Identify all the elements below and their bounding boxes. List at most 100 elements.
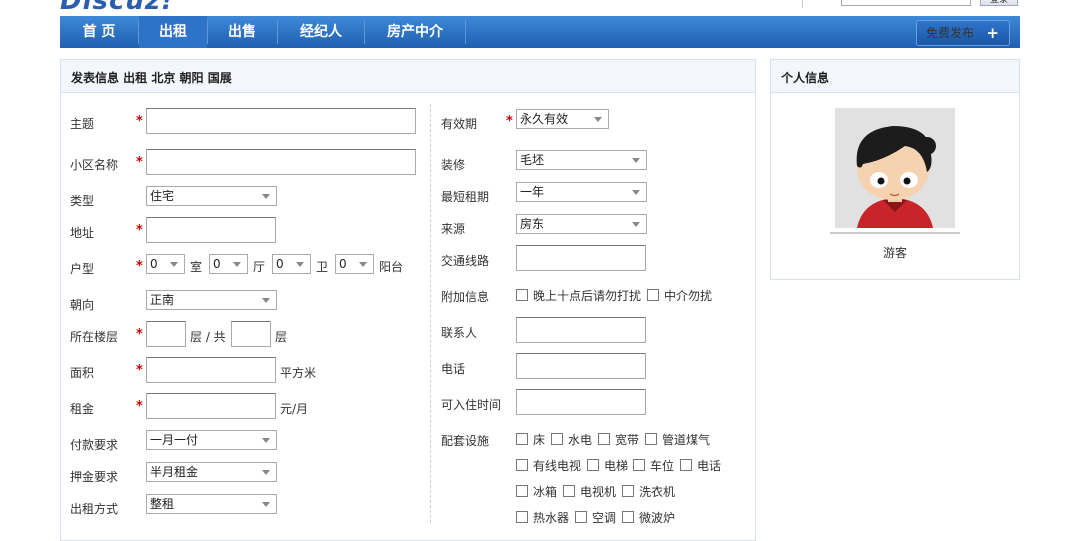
top-divider (802, 0, 803, 8)
source-select[interactable]: 房东 (516, 214, 647, 234)
rent-method-value: 整租 (150, 497, 175, 511)
facility-checkbox[interactable] (516, 459, 528, 471)
facility-checkbox[interactable] (587, 459, 599, 471)
total-floor-unit: 层 (275, 330, 288, 344)
chevron-down-icon (632, 158, 640, 163)
hall-value: 0 (213, 257, 221, 271)
profile-title: 个人信息 (781, 71, 830, 85)
type-select[interactable]: 住宅 (146, 186, 277, 206)
contact-label: 联系人 (441, 326, 478, 340)
facility-checkbox[interactable] (622, 485, 634, 497)
facility-gas: 管道煤气 (662, 433, 711, 447)
source-value: 房东 (520, 217, 545, 231)
rent-input[interactable] (146, 393, 276, 419)
facility-bed: 床 (533, 433, 546, 447)
payment-value: 一月一付 (150, 433, 199, 447)
nav-item-home[interactable]: 首 页 (60, 16, 138, 48)
nav-item-agent[interactable]: 经纪人 (278, 16, 364, 48)
bath-select[interactable]: 0 (272, 254, 311, 274)
floor-input[interactable] (146, 321, 186, 347)
site-logo[interactable]: Discuz! (60, 0, 174, 16)
contact-input[interactable] (516, 317, 646, 343)
balcony-value: 0 (339, 257, 347, 271)
transport-input[interactable] (516, 245, 646, 271)
rent-unit: 元/月 (280, 402, 309, 416)
facilities-label: 配套设施 (441, 434, 490, 448)
extra-option-no-agent: 中介勿扰 (664, 289, 713, 303)
post-form-title: 发表信息 出租 北京 朝阳 国展 (71, 71, 232, 85)
bath-value: 0 (276, 257, 284, 271)
facility-checkbox[interactable] (633, 459, 645, 471)
hall-select[interactable]: 0 (209, 254, 248, 274)
chevron-down-icon (359, 262, 367, 267)
subject-input[interactable] (146, 108, 416, 134)
extra-checkbox-no-agent[interactable] (647, 289, 659, 301)
required-mark: * (136, 363, 143, 378)
facility-checkbox[interactable] (551, 433, 563, 445)
move-in-label: 可入住时间 (441, 398, 502, 412)
required-mark: * (136, 399, 143, 414)
rent-method-select[interactable]: 整租 (146, 494, 277, 514)
main-nav: 首 页 出租 出售 经纪人 房产中介 免费发布 + (60, 16, 1020, 48)
required-mark: * (136, 259, 143, 274)
hall-unit: 厅 (253, 260, 266, 274)
orientation-select[interactable]: 正南 (146, 290, 277, 310)
nav-separator (465, 20, 466, 44)
chevron-down-icon (233, 262, 241, 267)
orientation-label: 朝向 (70, 298, 95, 312)
validity-select[interactable]: 永久有效 (516, 109, 609, 129)
balcony-select[interactable]: 0 (335, 254, 374, 274)
deposit-label: 押金要求 (70, 470, 119, 484)
room-select[interactable]: 0 (146, 254, 185, 274)
chevron-down-icon (170, 262, 178, 267)
community-input[interactable] (146, 149, 416, 175)
facility-checkbox[interactable] (680, 459, 692, 471)
validity-value: 永久有效 (520, 112, 569, 126)
extra-checkbox-quiet[interactable] (516, 289, 528, 301)
chevron-down-icon (262, 470, 270, 475)
chevron-down-icon (262, 298, 270, 303)
chevron-down-icon (262, 194, 270, 199)
facility-checkbox[interactable] (563, 485, 575, 497)
facility-microwave: 微波炉 (639, 511, 676, 525)
required-mark: * (506, 114, 513, 129)
floor-label: 所在楼层 (70, 330, 119, 344)
facility-elevator: 电梯 (604, 459, 629, 473)
deposit-select[interactable]: 半月租金 (146, 462, 277, 482)
payment-select[interactable]: 一月一付 (146, 430, 277, 450)
facility-checkbox[interactable] (622, 511, 634, 523)
chevron-down-icon (632, 190, 640, 195)
post-form-header: 发表信息 出租 北京 朝阳 国展 (61, 60, 755, 93)
orientation-value: 正南 (150, 293, 175, 307)
facility-checkbox[interactable] (645, 433, 657, 445)
decoration-select[interactable]: 毛坯 (516, 150, 647, 170)
top-search-input[interactable] (841, 0, 971, 6)
balcony-unit: 阳台 (379, 260, 404, 274)
facility-checkbox[interactable] (516, 485, 528, 497)
facility-checkbox[interactable] (516, 433, 528, 445)
facility-cable-tv: 有线电视 (533, 459, 582, 473)
area-input[interactable] (146, 357, 276, 383)
chevron-down-icon (594, 117, 602, 122)
login-button[interactable]: 登录 (980, 0, 1018, 6)
facility-checkbox[interactable] (516, 511, 528, 523)
free-publish-button[interactable]: 免费发布 + (916, 20, 1010, 46)
extra-option-quiet: 晚上十点后请勿打扰 (533, 289, 642, 303)
facility-checkbox[interactable] (598, 433, 610, 445)
facility-fridge: 冰箱 (533, 485, 558, 499)
facility-washer: 洗衣机 (639, 485, 676, 499)
total-floor-input[interactable] (231, 321, 271, 347)
phone-input[interactable] (516, 353, 646, 379)
nav-item-rent[interactable]: 出租 (139, 16, 207, 48)
nav-item-agency[interactable]: 房产中介 (365, 16, 465, 48)
nav-item-sell[interactable]: 出售 (208, 16, 276, 48)
validity-label: 有效期 (441, 117, 478, 131)
facility-utilities: 水电 (568, 433, 593, 447)
facility-checkbox[interactable] (575, 511, 587, 523)
address-input[interactable] (146, 217, 276, 243)
facility-phone: 电话 (697, 459, 722, 473)
free-publish-label: 免费发布 (926, 26, 975, 40)
move-in-input[interactable] (516, 389, 646, 415)
plus-icon: + (986, 24, 999, 42)
min-term-select[interactable]: 一年 (516, 182, 647, 202)
